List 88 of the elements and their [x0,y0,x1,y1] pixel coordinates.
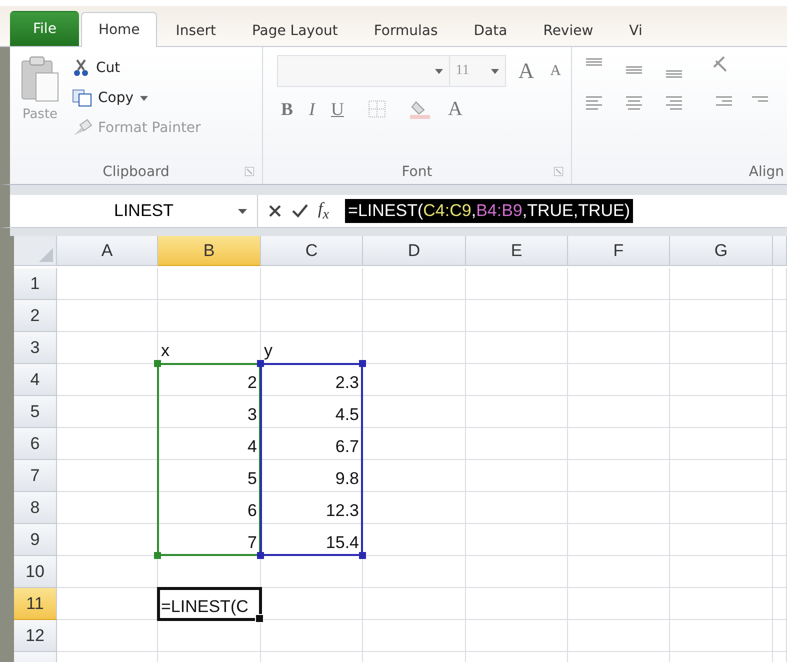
name-box[interactable]: LINEST [10,195,258,227]
grow-font-button[interactable]: A [514,58,538,84]
italic-button[interactable]: I [305,98,320,120]
range-handle[interactable] [257,552,264,559]
range-handle[interactable] [257,360,264,367]
table-cell [773,460,787,492]
ribbon-tab[interactable]: Insert [158,15,233,46]
formula-field[interactable]: =LINEST(C4:C9,B4:B9,TRUE,TRUE) [345,199,634,223]
column-header[interactable] [773,236,787,266]
cell-text: 12.3 [261,492,363,524]
group-label: Font [402,164,432,180]
column-header[interactable]: D [363,236,466,266]
column-header[interactable]: F [568,236,670,266]
ribbon-tab[interactable]: Page Layout [234,15,355,46]
scissors-icon [72,59,90,77]
cell-text: 2.3 [261,364,363,396]
range-handle[interactable] [359,552,366,559]
ribbon-tab[interactable]: Review [526,15,610,46]
font-color-button[interactable]: A [444,98,466,120]
row-header[interactable]: 7 [14,460,57,492]
launcher-icon[interactable] [554,167,563,176]
table-cell [773,364,787,396]
row-header[interactable]: 9 [14,524,57,556]
clipboard-icon [20,55,60,103]
cell-text: 6 [158,492,261,524]
cell-text: 15.4 [261,524,363,556]
caret-icon [238,208,247,214]
row-header[interactable]: 4 [14,364,57,396]
column-header[interactable]: B [158,236,261,266]
brush-icon [72,119,92,137]
copy-button[interactable]: Copy [72,85,201,111]
row-header[interactable]: 1 [14,268,57,300]
column-header[interactable]: A [57,236,158,266]
cell-text: 4 [158,428,261,460]
cell-text: 3 [158,396,261,428]
table-cell [773,268,787,300]
row-header[interactable]: 2 [14,300,57,332]
cell-text: 2 [158,364,261,396]
cell-text: 5 [158,460,261,492]
table-cell [773,588,787,620]
caret-icon [140,96,148,100]
table-cell [773,620,787,652]
range-handle[interactable] [359,360,366,367]
table-cell [773,332,787,364]
ribbon-tab[interactable]: Vi [612,15,660,46]
bold-button[interactable]: B [277,98,298,120]
fill-handle[interactable] [255,614,264,623]
row-header[interactable]: 5 [14,396,57,428]
borders-icon [368,100,386,118]
row-header[interactable]: 10 [14,556,57,588]
select-all-icon [39,248,53,262]
launcher-icon[interactable] [245,167,254,176]
table-cell [773,396,787,428]
column-header[interactable]: C [261,236,363,266]
cell-text: 9.8 [261,460,363,492]
copy-icon [72,89,92,107]
ribbon-tab[interactable]: Data [456,15,524,46]
row-header[interactable]: 8 [14,492,57,524]
cut-button[interactable]: Cut [72,55,201,81]
caret-icon [434,68,443,74]
column-header[interactable]: E [466,236,568,266]
table-cell [773,492,787,524]
caret-icon [491,68,500,74]
table-cell [773,428,787,460]
group-label: Clipboard [102,164,170,180]
column-header[interactable]: G [670,236,773,266]
row-header[interactable]: 6 [14,428,57,460]
cell-text: 4.5 [261,396,363,428]
table-cell [773,300,787,332]
ribbon-tab[interactable]: Home [81,12,157,47]
cancel-icon [268,204,282,218]
table-cell [773,524,787,556]
row-header[interactable]: 11 [14,588,57,620]
ribbon-tab[interactable]: Formulas [356,15,455,46]
table-cell [773,556,787,588]
group-label: Align [748,164,784,180]
underline-button[interactable]: U [327,98,348,120]
cell-text: =LINEST(C [158,588,261,620]
cell-text: 6.7 [261,428,363,460]
row-header[interactable]: 12 [14,620,57,652]
row-header[interactable]: 3 [14,332,57,364]
file-tab[interactable]: File [10,11,80,46]
font-name-field[interactable] [277,55,450,87]
range-handle[interactable] [154,360,161,367]
insert-function-button[interactable]: f$_{x}$ [318,198,330,224]
range-handle[interactable] [154,552,161,559]
check-icon [292,204,308,218]
shrink-font-button[interactable]: A [546,62,565,80]
